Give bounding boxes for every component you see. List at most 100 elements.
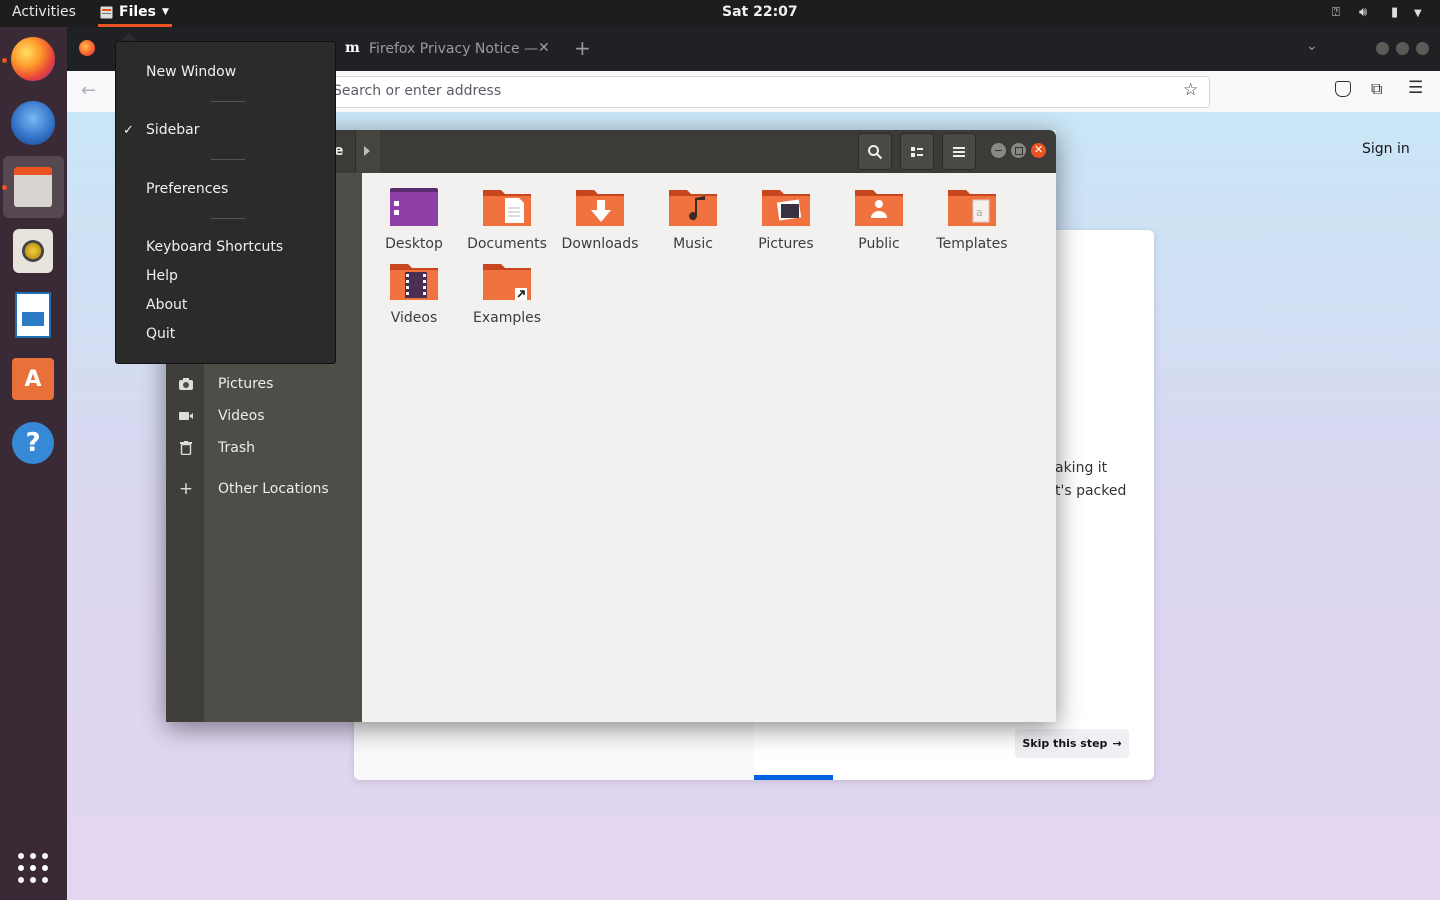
camera-icon bbox=[178, 376, 194, 392]
card-body-line-1: aking it bbox=[1055, 460, 1108, 476]
search-button[interactable] bbox=[858, 133, 892, 170]
menu-item-new-window[interactable]: New Window bbox=[146, 64, 236, 80]
folder-label: Documents bbox=[467, 236, 547, 252]
system-menu-arrow-icon[interactable]: ▼ bbox=[1414, 8, 1422, 19]
network-icon[interactable]: ⍰ bbox=[1332, 5, 1340, 20]
firefox-launcher[interactable] bbox=[9, 35, 57, 83]
sidebar-item-pictures[interactable]: Pictures bbox=[166, 370, 362, 400]
running-indicator bbox=[2, 185, 7, 190]
firefox-icon bbox=[11, 37, 55, 81]
sidebar-item-label: Other Locations bbox=[218, 481, 329, 497]
menu-item-help[interactable]: Help bbox=[146, 268, 178, 284]
software-launcher[interactable]: A bbox=[9, 355, 57, 403]
public-folder-icon bbox=[855, 190, 903, 226]
pictures-folder-icon bbox=[762, 190, 810, 226]
clock[interactable]: Sat 22:07 bbox=[722, 4, 798, 20]
view-toggle-button[interactable] bbox=[900, 133, 934, 170]
thunderbird-launcher[interactable] bbox=[9, 99, 57, 147]
writer-icon bbox=[15, 292, 51, 338]
sign-in-link[interactable]: Sign in bbox=[1362, 141, 1410, 157]
minimize-icon bbox=[995, 150, 1002, 151]
onboarding-progress-bar bbox=[754, 775, 833, 780]
volume-icon[interactable]: 🔊︎ bbox=[1359, 5, 1367, 20]
close-button[interactable] bbox=[1416, 42, 1429, 55]
music-folder-icon bbox=[669, 190, 717, 226]
svg-text:a: a bbox=[976, 206, 983, 219]
help-launcher[interactable]: ? bbox=[9, 419, 57, 467]
firefox-tab-icon bbox=[79, 40, 95, 56]
examples-folder-icon bbox=[483, 264, 531, 300]
menu-item-sidebar[interactable]: Sidebar bbox=[146, 122, 200, 138]
video-icon bbox=[178, 408, 194, 424]
close-icon: ✕ bbox=[1034, 143, 1044, 156]
folder-label: Videos bbox=[390, 310, 438, 326]
sidebar-item-label: Videos bbox=[218, 408, 265, 424]
menu-item-quit[interactable]: Quit bbox=[146, 326, 175, 342]
files-icon bbox=[14, 167, 52, 207]
menu-item-preferences[interactable]: Preferences bbox=[146, 181, 228, 197]
files-maximize-button[interactable] bbox=[1011, 143, 1026, 158]
pocket-icon[interactable] bbox=[1335, 81, 1351, 97]
hamburger-menu-icon[interactable]: ☰ bbox=[1408, 78, 1423, 98]
gnome-top-bar: Activities Files ▼ Sat 22:07 ⍰ 🔊︎ ▮ ▼ bbox=[0, 0, 1440, 27]
tab-favicon-icon: m bbox=[345, 40, 360, 56]
address-placeholder: Search or enter address bbox=[333, 83, 502, 99]
templates-folder-icon: a bbox=[948, 190, 996, 226]
chevron-right-icon bbox=[364, 146, 370, 156]
menu-separator bbox=[211, 218, 245, 219]
skip-step-button[interactable]: Skip this step → bbox=[1015, 729, 1129, 758]
app-menu-button[interactable]: Files ▼ bbox=[100, 4, 169, 20]
maximize-button[interactable] bbox=[1396, 42, 1409, 55]
hamburger-menu-button[interactable] bbox=[942, 133, 976, 170]
folder-label: Pictures bbox=[758, 236, 814, 252]
folder-label: Downloads bbox=[561, 236, 639, 252]
downloads-folder-icon bbox=[576, 190, 624, 226]
files-app-icon bbox=[100, 6, 113, 18]
folder-label: Desktop bbox=[385, 236, 443, 252]
sidebar-item-videos[interactable]: Videos bbox=[166, 402, 362, 432]
apps-grid-icon bbox=[18, 853, 48, 883]
documents-folder-icon bbox=[483, 190, 531, 226]
address-bar[interactable]: Search or enter address ☆ bbox=[320, 76, 1210, 108]
path-forward-button[interactable] bbox=[355, 130, 380, 173]
menu-separator bbox=[211, 159, 245, 160]
menu-icon bbox=[953, 146, 965, 157]
running-indicator bbox=[2, 58, 7, 63]
folder-label: Music bbox=[673, 236, 713, 252]
files-main-view bbox=[362, 173, 1056, 722]
folder-label: Public bbox=[858, 236, 900, 252]
files-app-menu: New Window ✓ Sidebar Preferences Keyboar… bbox=[115, 41, 336, 364]
folder-label: Templates bbox=[936, 236, 1008, 252]
sidebar-item-other-locations[interactable]: + Other Locations bbox=[166, 475, 362, 505]
files-launcher[interactable] bbox=[9, 163, 57, 211]
files-close-button[interactable]: ✕ bbox=[1031, 143, 1046, 158]
back-arrow-icon[interactable]: ← bbox=[81, 80, 96, 101]
bookmark-star-icon[interactable]: ☆ bbox=[1183, 80, 1198, 100]
tab-privacy-notice[interactable]: Firefox Privacy Notice — bbox=[369, 41, 538, 57]
videos-folder-icon bbox=[390, 264, 438, 300]
minimize-button[interactable] bbox=[1376, 42, 1389, 55]
writer-launcher[interactable] bbox=[9, 291, 57, 339]
new-tab-button[interactable]: + bbox=[574, 36, 591, 60]
sidebar-item-label: Pictures bbox=[218, 376, 274, 392]
activities-button[interactable]: Activities bbox=[12, 4, 76, 20]
sidebar-item-trash[interactable]: Trash bbox=[166, 434, 362, 464]
tab-close-icon[interactable]: ✕ bbox=[538, 40, 550, 56]
help-icon: ? bbox=[12, 422, 54, 464]
menu-item-keyboard-shortcuts[interactable]: Keyboard Shortcuts bbox=[146, 239, 283, 255]
sidebar-item-label: Trash bbox=[218, 440, 255, 456]
ubuntu-dock: A ? bbox=[0, 27, 67, 900]
skip-step-label: Skip this step bbox=[1022, 737, 1108, 750]
folder-label: Examples bbox=[472, 310, 542, 326]
desktop-folder-icon bbox=[390, 188, 438, 226]
app-menu-active-indicator bbox=[98, 24, 172, 27]
plus-icon: + bbox=[178, 479, 194, 499]
search-icon bbox=[868, 144, 883, 159]
menu-item-about[interactable]: About bbox=[146, 297, 187, 313]
files-minimize-button[interactable] bbox=[991, 143, 1006, 158]
battery-icon[interactable]: ▮ bbox=[1391, 5, 1398, 20]
list-tabs-chevron-icon[interactable]: ⌄ bbox=[1306, 38, 1318, 54]
extensions-icon[interactable]: ⧉ bbox=[1371, 79, 1382, 99]
rhythmbox-launcher[interactable] bbox=[9, 227, 57, 275]
show-applications-button[interactable] bbox=[9, 844, 57, 892]
